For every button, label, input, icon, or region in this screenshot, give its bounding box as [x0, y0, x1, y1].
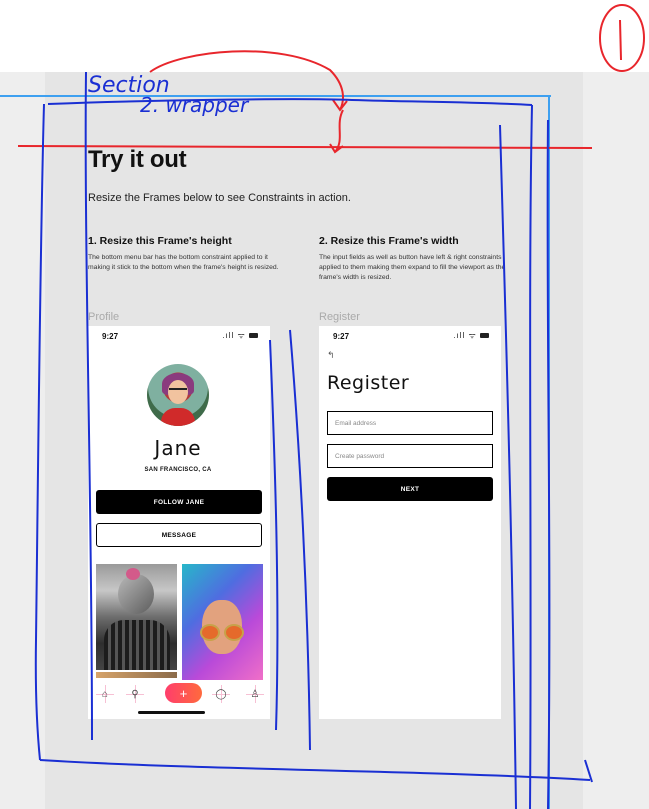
- chat-icon[interactable]: ◯: [212, 685, 230, 703]
- email-field[interactable]: Email address: [327, 411, 493, 435]
- photo1-shirt: [104, 620, 170, 670]
- add-icon[interactable]: +: [165, 683, 202, 703]
- profile-frame[interactable]: 9:27 .ıll ᯤ Jane SAN FRANCISCO, CA FOLLO…: [88, 326, 270, 719]
- user-icon[interactable]: ♙: [246, 685, 264, 703]
- step-2-title: 2. Resize this Frame's width: [319, 235, 459, 247]
- back-arrow-icon[interactable]: ↰: [327, 350, 335, 361]
- photo-grid-image-2[interactable]: [182, 564, 263, 680]
- signal-wifi-icon: .ıll ᯤ: [222, 331, 246, 340]
- follow-button[interactable]: FOLLOW JANE: [96, 490, 262, 514]
- home-indicator: [138, 711, 205, 714]
- step-2-description: The input fields as well as button have …: [319, 254, 506, 281]
- photo2-lens-right: [224, 624, 244, 641]
- vertical-guide: [548, 95, 550, 809]
- next-button[interactable]: NEXT: [327, 477, 493, 501]
- step-1-description: The bottom menu bar has the bottom const…: [88, 254, 279, 271]
- battery-icon: [249, 333, 258, 339]
- password-field[interactable]: Create password: [327, 444, 493, 468]
- photo2-lens-left: [200, 624, 220, 641]
- status-icons: .ıll ᯤ: [222, 330, 258, 341]
- avatar-glasses: [169, 388, 187, 394]
- horizontal-guide: [0, 95, 551, 97]
- battery-icon: [480, 333, 489, 339]
- circle-annotation: [599, 4, 645, 72]
- register-frame-label[interactable]: Register: [319, 311, 360, 323]
- status-icons: .ıll ᯤ: [453, 330, 489, 341]
- search-icon[interactable]: ⚲: [126, 685, 144, 703]
- avatar-shirt: [161, 408, 195, 426]
- photo1-head: [118, 574, 154, 614]
- step-1-title: 1. Resize this Frame's height: [88, 235, 232, 247]
- bottom-menu-bar: ⌂ ⚲ + ◯ ♙: [88, 683, 268, 705]
- signal-wifi-icon: .ıll ᯤ: [453, 331, 477, 340]
- page-title: Try it out: [88, 146, 187, 173]
- home-icon[interactable]: ⌂: [96, 685, 114, 703]
- page-subtitle: Resize the Frames below to see Constrain…: [88, 192, 351, 204]
- register-title: Register: [327, 372, 410, 394]
- message-button[interactable]: MESSAGE: [96, 523, 262, 547]
- number-one-stroke: [619, 19, 622, 61]
- register-frame[interactable]: 9:27 .ıll ᯤ ↰ Register Email address Cre…: [319, 326, 501, 719]
- photo1-hair-bun: [126, 568, 140, 580]
- profile-location: SAN FRANCISCO, CA: [144, 467, 212, 473]
- status-time: 9:27: [333, 332, 350, 341]
- photo-grid-image-1[interactable]: [96, 564, 177, 670]
- profile-frame-label[interactable]: Profile: [88, 311, 119, 323]
- status-time: 9:27: [102, 332, 119, 341]
- profile-name: Jane: [154, 436, 202, 460]
- photo-grid-image-3[interactable]: [96, 672, 177, 678]
- avatar: [147, 364, 209, 426]
